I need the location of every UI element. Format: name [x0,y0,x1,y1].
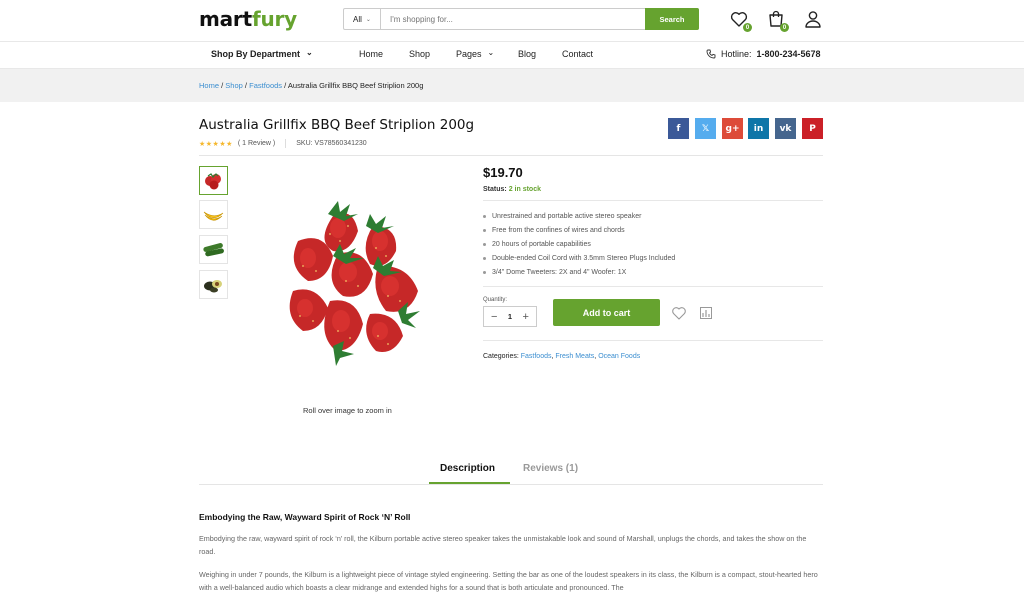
search-bar: All⌄ Search [343,8,699,30]
share-twitter-button[interactable]: 𝕏 [695,118,716,139]
share-pinterest-button[interactable]: P [802,118,823,139]
product-title: Australia Grillfix BBQ Beef Striplion 20… [199,117,475,133]
wishlist-button[interactable]: 0 [729,9,752,32]
nav-item-pages[interactable]: Pages ⌄ [456,47,495,60]
strawberry-image [289,201,420,366]
share-google-plus-button[interactable]: g+ [722,118,743,139]
feature-item: Free from the confines of wires and chor… [483,224,675,238]
category-link-ocean-foods[interactable]: Ocean Foods [598,353,640,360]
phone-icon [706,49,716,59]
compare-chart-icon[interactable] [699,306,713,320]
main-product-image[interactable] [278,196,428,368]
description-paragraph: Weighing in under 7 pounds, the Kilburn … [199,570,818,592]
description-paragraph: Embodying the raw, wayward spirit of roc… [199,534,807,556]
stock-status: Status: 2 in stock [483,186,541,193]
feature-item: Double-ended Coil Cord with 3.5mm Stereo… [483,252,675,266]
share-facebook-button[interactable]: f [668,118,689,139]
breadcrumb-current: Australia Grillfix BBQ Beef Striplion 20… [287,81,424,90]
feature-item: Unrestrained and portable active stereo … [483,210,675,224]
info-divider [483,286,823,287]
share-vk-button[interactable]: vk [775,118,796,139]
tabs-divider [199,484,823,485]
chevron-down-icon: ⌄ [306,47,313,57]
thumbnail-avocado[interactable] [199,270,228,299]
description-heading: Embodying the Raw, Wayward Spirit of Roc… [199,512,411,522]
feature-item: 3/4" Dome Tweeters: 2X and 4" Woofer: 1X [483,266,675,280]
cart-count-badge: 0 [780,23,789,32]
breadcrumb-category[interactable]: Fastfoods [249,81,282,90]
minus-icon[interactable]: − [491,311,497,323]
chevron-down-icon: ⌄ [365,16,371,23]
search-input[interactable] [381,9,645,29]
stock-status-value: 2 in stock [508,186,541,193]
nav-item-contact[interactable]: Contact [562,49,593,59]
quantity-value[interactable]: 1 [508,312,512,321]
rating-stars: ★★★★★ [199,140,233,148]
tab-description[interactable]: Description [440,463,495,474]
thumbnail-cucumber[interactable] [199,235,228,264]
user-icon [805,11,821,28]
zoom-hint: Roll over image to zoom in [303,406,392,415]
review-count-link[interactable]: ( 1 Review ) [238,140,275,147]
twitter-icon: 𝕏 [701,123,710,134]
chevron-down-icon: ⌄ [487,47,495,57]
header-divider [0,41,1024,42]
category-link-fastfoods[interactable]: Fastfoods [521,353,552,360]
info-divider [483,340,823,341]
add-to-wishlist-heart-icon[interactable] [671,305,687,321]
shop-by-department-menu[interactable]: Shop By Department ⌄ [211,47,313,60]
vk-icon: vk [779,123,792,134]
nav-item-home[interactable]: Home [359,49,383,59]
hotline: Hotline: 1-800-234-5678 [706,49,821,59]
active-tab-indicator [429,482,510,484]
account-button[interactable] [803,9,823,29]
share-linkedin-button[interactable]: in [748,118,769,139]
feature-item: 20 hours of portable capabilities [483,238,675,252]
product-categories: Categories: Fastfoods, Fresh Meats, Ocea… [483,353,641,360]
product-price: $19.70 [483,165,523,180]
plus-icon[interactable]: + [523,311,529,323]
avocado-thumbnail-image [204,280,222,293]
title-divider [199,155,823,156]
quantity-stepper[interactable]: − 1 + [483,306,537,327]
breadcrumb: Home / Shop / Fastfoods / Australia Gril… [199,81,424,90]
wishlist-count-badge: 0 [743,23,752,32]
strawberry-thumbnail-image [205,173,221,190]
tab-reviews[interactable]: Reviews (1) [523,463,578,474]
nav-item-shop[interactable]: Shop [409,49,430,59]
google-plus-icon: g+ [725,123,740,134]
thumbnail-banana[interactable] [199,200,228,229]
product-sku: SKU: VS78560341230 [296,140,367,147]
feature-list: Unrestrained and portable active stereo … [483,210,675,280]
breadcrumb-bar [0,69,1024,102]
thumbnail-strawberry[interactable] [199,166,228,195]
add-to-cart-button[interactable]: Add to cart [553,299,660,326]
cart-button[interactable]: 0 [766,9,789,32]
rating-separator [285,139,287,148]
cucumber-thumbnail-image [203,243,224,257]
nav-item-blog[interactable]: Blog [518,49,536,59]
facebook-icon: f [676,123,681,134]
banana-thumbnail-image [203,211,224,221]
site-logo[interactable]: martfury [199,7,297,31]
info-divider [483,200,823,201]
category-link-fresh-meats[interactable]: Fresh Meats [555,353,594,360]
pinterest-icon: P [809,123,816,134]
category-select[interactable]: All ⌄ [344,9,381,29]
breadcrumb-shop[interactable]: Shop [225,81,243,90]
quantity-label: Quantity: [483,297,508,303]
linkedin-icon: in [753,123,764,134]
product-rating: ★★★★★ ( 1 Review ) SKU: VS78560341230 [199,139,367,148]
breadcrumb-home[interactable]: Home [199,81,219,90]
search-button[interactable]: Search [645,8,699,30]
